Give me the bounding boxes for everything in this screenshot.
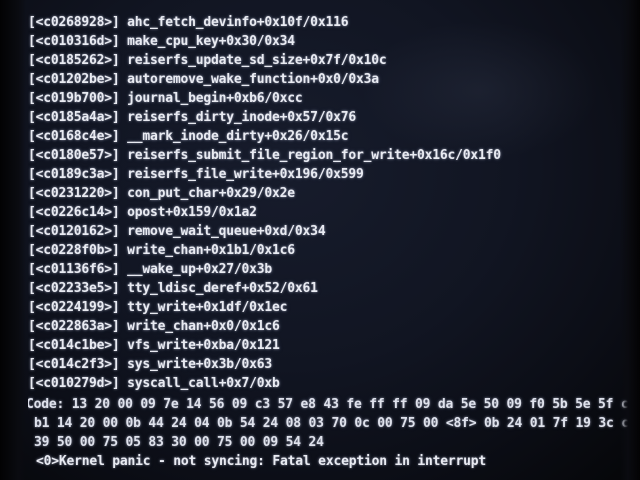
trace-line: [<c0231220>] con_put_char+0x29/0x2e bbox=[28, 186, 295, 201]
trace-line: [<c0120162>] remove_wait_queue+0xd/0x34 bbox=[28, 224, 326, 239]
trace-line: [<c010316d>] make_cpu_key+0x30/0x34 bbox=[28, 34, 295, 49]
trace-line: [<c0189c3a>] reiserfs_file_write+0x196/0… bbox=[28, 167, 364, 182]
trace-line: [<c0268928>] ahc_fetch_devinfo+0x10f/0x1… bbox=[28, 15, 349, 30]
kernel-console: [<c0268928>] ahc_fetch_devinfo+0x10f/0x1… bbox=[28, 13, 632, 475]
trace-line: [<c014c1be>] vfs_write+0xba/0x121 bbox=[28, 338, 280, 353]
code-dump-line: b1 14 20 00 0b 44 24 04 0b 54 24 08 03 7… bbox=[34, 416, 632, 431]
trace-line: [<c010279d>] syscall_call+0x7/0xb bbox=[28, 376, 280, 391]
trace-line: [<c014c2f3>] sys_write+0x3b/0x63 bbox=[28, 357, 273, 372]
trace-line: [<c019b700>] journal_begin+0xb6/0xcc bbox=[28, 91, 303, 106]
trace-line: [<c01136f6>] __wake_up+0x27/0x3b bbox=[28, 262, 273, 277]
trace-line: [<c01202be>] autoremove_wake_function+0x… bbox=[28, 72, 379, 87]
trace-line: [<c02233e5>] tty_ldisc_deref+0x52/0x61 bbox=[28, 281, 318, 296]
code-dump-line: 39 50 00 75 05 83 30 00 75 00 09 54 24 bbox=[34, 435, 324, 450]
trace-line: [<c0228f0b>] write_chan+0x1b1/0x1c6 bbox=[28, 243, 295, 258]
trace-line: [<c0224199>] tty_write+0x1df/0x1ec bbox=[28, 300, 288, 315]
code-dump-line: Code: 13 20 00 09 7e 14 56 09 c3 57 e8 4… bbox=[28, 397, 632, 412]
trace-line: [<c0185a4a>] reiserfs_dirty_inode+0x57/0… bbox=[28, 110, 356, 125]
crt-screen: [<c0268928>] ahc_fetch_devinfo+0x10f/0x1… bbox=[0, 0, 640, 480]
monitor-bezel-left bbox=[0, 0, 26, 480]
trace-line: [<c0185262>] reiserfs_update_sd_size+0x7… bbox=[28, 53, 387, 68]
trace-line: [<c0180e57>] reiserfs_submit_file_region… bbox=[28, 148, 501, 163]
trace-line: [<c022863a>] write_chan+0x0/0x1c6 bbox=[28, 319, 280, 334]
trace-line: [<c0168c4e>] __mark_inode_dirty+0x26/0x1… bbox=[28, 129, 349, 144]
monitor-bezel-right bbox=[620, 0, 640, 480]
trace-line: [<c0226c14>] opost+0x159/0x1a2 bbox=[28, 205, 257, 220]
kernel-panic-message: <0>Kernel panic - not syncing: Fatal exc… bbox=[36, 454, 486, 469]
